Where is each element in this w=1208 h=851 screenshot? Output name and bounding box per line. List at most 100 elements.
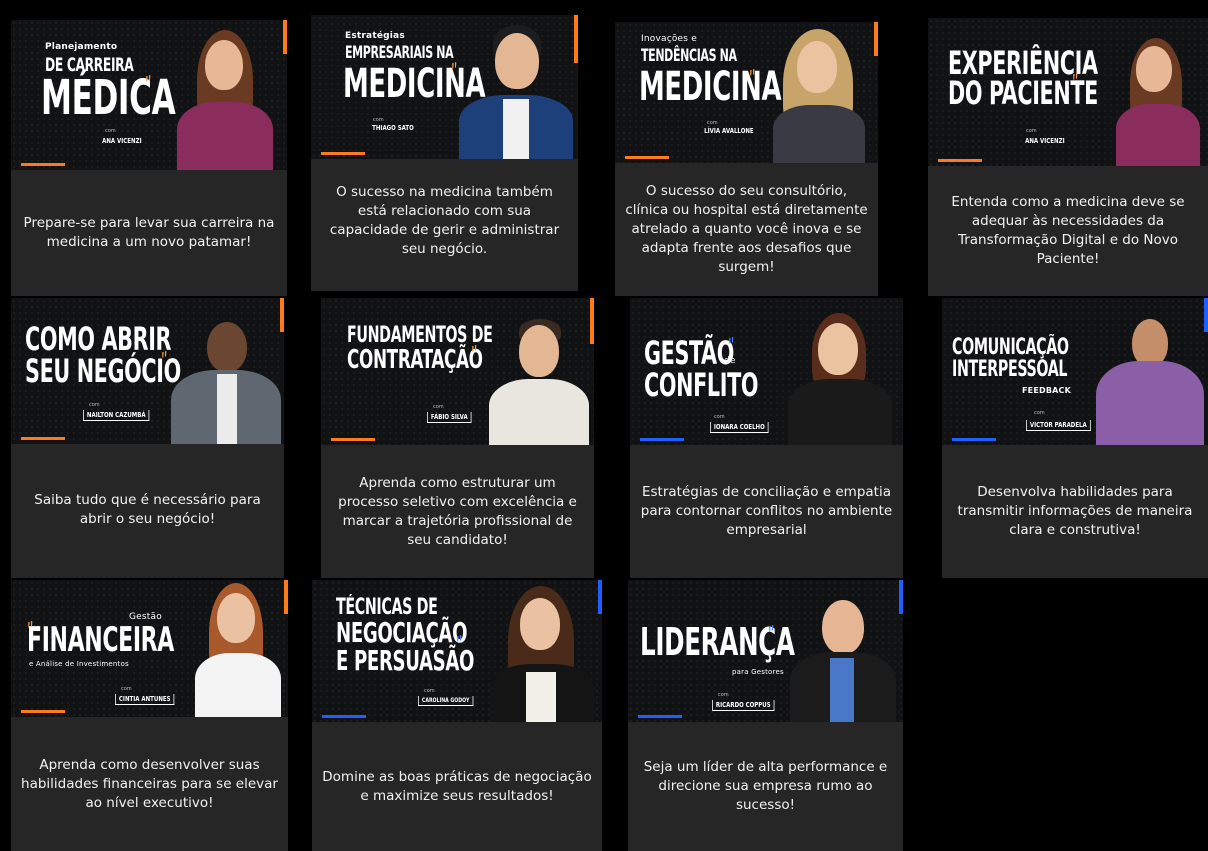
presenter-name: NAILTON CAZUMBÁ <box>83 410 150 421</box>
presenter-name: THIAGO SATO <box>372 124 414 132</box>
course-card-abrir-negocio[interactable]: COMO ABRIR SEU NEGÓCIO 〃 com NAILTON CAZ… <box>11 298 284 578</box>
course-banner: COMO ABRIR SEU NEGÓCIO 〃 com NAILTON CAZ… <box>11 298 284 444</box>
course-banner: FUNDAMENTOS DE CONTRATAÇÃO 〃 com FÁBIO S… <box>321 298 594 445</box>
course-banner: TÉCNICAS DE NEGOCIAÇÃO E PERSUASÃO 〃 com… <box>312 580 602 722</box>
course-description: Aprenda como estruturar um processo sele… <box>338 474 577 548</box>
course-title-small: Inovações e <box>641 34 697 44</box>
course-title-line: COMUNICAÇÃO <box>952 335 1069 360</box>
presenter-name: ANA VICENZI <box>102 137 142 145</box>
presenter-name: FÁBIO SILVA <box>427 412 472 423</box>
course-banner: EXPERIÊNCIA DO PACIENTE 〃 com ANA VICENZ… <box>928 18 1208 166</box>
course-title-small: para Gestores <box>732 668 784 676</box>
accent-bar <box>21 710 65 713</box>
course-banner: Planejamento DE CARREIRA MÉDICA 〃 com AN… <box>11 20 287 170</box>
course-banner: Inovações e TENDÊNCIAS NA MEDICINA 〃 com… <box>615 22 878 163</box>
course-title-line: FINANCEIRA <box>27 620 174 660</box>
course-description: O sucesso na medicina também está relaci… <box>329 184 560 257</box>
course-title-line: EMPRESARIAIS NA <box>345 43 454 63</box>
presenter-photo <box>1112 38 1204 166</box>
accent-bar <box>598 580 602 614</box>
course-title-line: SEU NEGÓCIO <box>25 352 181 390</box>
course-title-line: MEDICINA <box>639 64 782 110</box>
course-title-small: Estratégias <box>345 31 405 41</box>
presenter-photo <box>788 592 898 722</box>
course-description: Domine as boas práticas de negociação e … <box>322 768 592 804</box>
course-banner: GESTÃO de CONFLITO 〃 com IONARA COELHO <box>630 298 903 445</box>
presenter-photo <box>191 583 285 717</box>
accent-bar <box>938 159 982 162</box>
course-card-experiencia-paciente[interactable]: EXPERIÊNCIA DO PACIENTE 〃 com ANA VICENZ… <box>928 18 1208 296</box>
presenter-name: ANA VICENZI <box>1025 137 1065 145</box>
course-title-line: E PERSUASÃO <box>336 644 475 677</box>
presenter-photo <box>487 317 591 445</box>
accent-bar <box>899 580 903 614</box>
course-description: Saiba tudo que é necessário para abrir o… <box>34 492 261 527</box>
presenter-photo <box>167 312 281 444</box>
presenter-name: LÍVIA AVALLONE <box>704 127 754 135</box>
with-label: com <box>424 688 435 694</box>
with-label: com <box>714 414 725 420</box>
course-description: Prepare-se para levar sua carreira na me… <box>23 215 275 250</box>
with-label: com <box>433 404 444 410</box>
course-title-line: INTERPESSOAL <box>952 357 1068 382</box>
with-label: com <box>105 128 116 134</box>
course-title-small: de <box>724 356 736 366</box>
accent-bar <box>640 438 684 441</box>
accent-bar <box>638 715 682 718</box>
course-banner: Estratégias EMPRESARIAIS NA MEDICINA 〃 c… <box>311 15 578 159</box>
presenter-name: RICARDO COPPUS <box>712 700 775 711</box>
accent-bar <box>21 437 65 440</box>
course-description: Desenvolva habilidades para transmitir i… <box>957 484 1193 538</box>
sparkle-icon: 〃 <box>24 618 38 633</box>
course-title-line: COMO ABRIR <box>25 320 172 358</box>
course-card-gestao-financeira[interactable]: Gestão FINANCEIRA e Análise de Investime… <box>11 580 288 851</box>
presenter-name: CINTIA ANTUNES <box>115 694 175 705</box>
course-description: Seja um líder de alta performance e dire… <box>643 759 888 813</box>
accent-bar <box>21 163 65 166</box>
with-label: com <box>1034 410 1045 416</box>
course-title-line: GESTÃO <box>644 334 734 372</box>
course-title-small: FEEDBACK <box>1022 386 1071 395</box>
with-label: com <box>121 686 132 692</box>
course-description: Estratégias de conciliação e empatia par… <box>640 484 893 538</box>
with-label: com <box>1026 128 1037 134</box>
accent-bar <box>322 715 366 718</box>
course-card-inovacoes-medicina[interactable]: Inovações e TENDÊNCIAS NA MEDICINA 〃 com… <box>615 22 878 296</box>
presenter-photo <box>784 313 896 445</box>
course-description: Entenda como a medicina deve se adequar … <box>951 194 1185 267</box>
accent-bar <box>283 20 287 54</box>
accent-bar <box>952 438 996 441</box>
course-title-small: Planejamento <box>45 42 118 52</box>
course-title-line: CONFLITO <box>644 366 759 404</box>
course-card-estrategias-medicina[interactable]: Estratégias EMPRESARIAIS NA MEDICINA 〃 c… <box>311 15 578 291</box>
course-card-carreira-medica[interactable]: Planejamento DE CARREIRA MÉDICA 〃 com AN… <box>11 20 287 296</box>
course-card-comunicacao-interpessoal[interactable]: COMUNICAÇÃO INTERPESSOAL FEEDBACK com VI… <box>942 298 1208 578</box>
course-banner: LIDERANÇA para Gestores 〃 com RICARDO CO… <box>628 580 903 722</box>
course-description: Aprenda como desenvolver suas habilidade… <box>21 756 278 811</box>
accent-bar <box>574 15 578 63</box>
course-title-line: NEGOCIAÇÃO <box>336 616 468 649</box>
accent-bar <box>321 152 365 155</box>
course-card-lideranca[interactable]: LIDERANÇA para Gestores 〃 com RICARDO CO… <box>628 580 903 851</box>
course-banner: COMUNICAÇÃO INTERPESSOAL FEEDBACK com VI… <box>942 298 1208 445</box>
course-banner: Gestão FINANCEIRA e Análise de Investime… <box>11 580 288 717</box>
course-card-tecnicas-negociacao[interactable]: TÉCNICAS DE NEGOCIAÇÃO E PERSUASÃO 〃 com… <box>312 580 602 851</box>
presenter-photo <box>457 23 573 159</box>
accent-bar <box>331 438 375 441</box>
course-card-gestao-conflito[interactable]: GESTÃO de CONFLITO 〃 com IONARA COELHO E… <box>630 298 903 578</box>
course-title-line: TENDÊNCIAS NA <box>641 46 737 66</box>
presenter-photo <box>486 586 598 722</box>
course-title-sub: e Análise de Investimentos <box>29 660 129 668</box>
accent-bar <box>625 156 669 159</box>
presenter-name: CAROLINA GODOY <box>418 696 474 706</box>
course-card-fundamentos-contratacao[interactable]: FUNDAMENTOS DE CONTRATAÇÃO 〃 com FÁBIO S… <box>321 298 594 578</box>
presenter-photo <box>1094 311 1206 445</box>
course-description: O sucesso do seu consultório, clínica ou… <box>625 183 868 275</box>
presenter-photo <box>765 29 875 163</box>
presenter-name: IONARA COELHO <box>710 422 769 433</box>
with-label: com <box>718 692 729 698</box>
with-label: com <box>89 402 100 408</box>
presenter-photo <box>171 30 281 170</box>
presenter-name: VICTOR PARADELA <box>1026 420 1091 431</box>
course-title-line: CONTRATAÇÃO <box>347 345 483 375</box>
